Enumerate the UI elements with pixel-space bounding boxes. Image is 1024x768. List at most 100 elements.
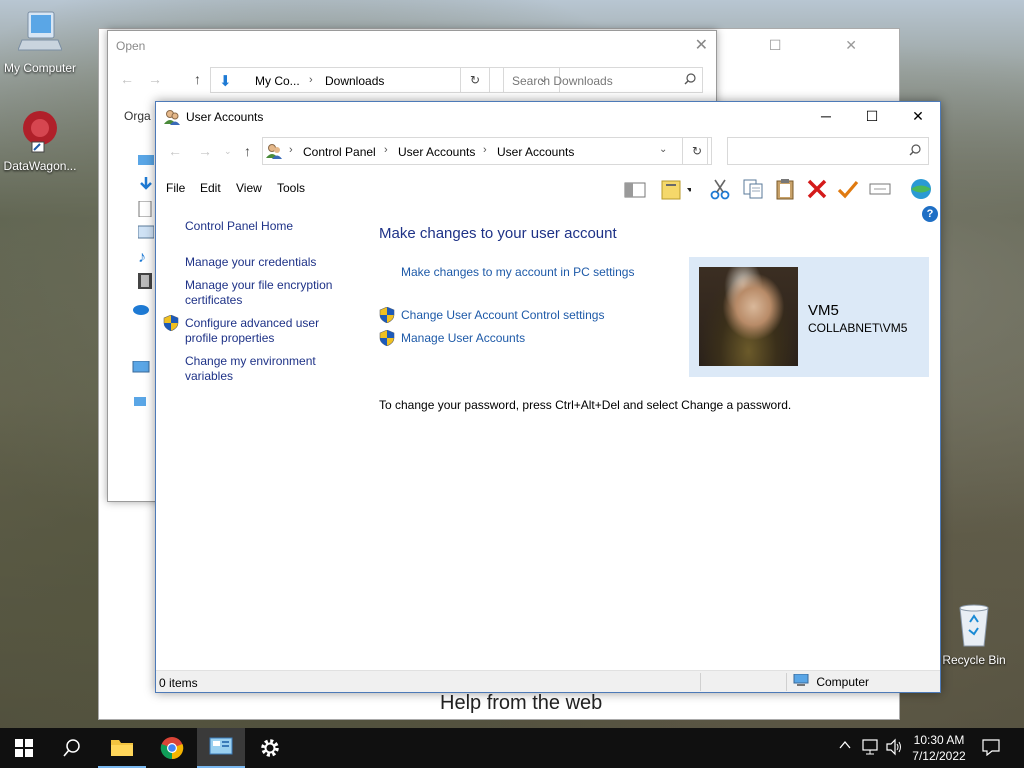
breadcrumb-control-panel[interactable]: Control Panel: [303, 145, 376, 159]
menu-tools[interactable]: Tools: [277, 181, 305, 195]
help-icon[interactable]: ?: [922, 206, 938, 222]
notification-icon[interactable]: [982, 738, 1000, 759]
manage-credentials-link[interactable]: Manage your credentials: [185, 255, 345, 270]
computer-icon: [0, 10, 80, 59]
file-encryption-link[interactable]: Manage your file encryption certificates: [185, 278, 345, 308]
close-icon[interactable]: ✕: [695, 31, 708, 61]
close-button[interactable]: ✕: [895, 102, 941, 132]
desktop-icon-label: Recycle Bin: [942, 653, 1006, 667]
rename-icon[interactable]: [869, 178, 891, 200]
chevron-up-icon[interactable]: [838, 739, 852, 754]
user-name: VM5: [808, 302, 839, 319]
search-icon: [909, 144, 921, 159]
cut-icon[interactable]: [709, 178, 731, 200]
uac-shield-icon: [379, 329, 395, 349]
maximize-button[interactable]: ☐: [849, 102, 895, 132]
forward-arrow-icon[interactable]: →: [148, 71, 162, 87]
control-panel-home-link[interactable]: Control Panel Home: [185, 219, 345, 234]
desktop-icon-recycle-bin[interactable]: Recycle Bin: [934, 602, 1014, 667]
pc-settings-link[interactable]: Make changes to my account in PC setting…: [401, 265, 634, 279]
document-icon[interactable]: [138, 200, 154, 218]
search-placeholder: Search Downloads: [512, 74, 613, 88]
taskbar-file-explorer[interactable]: [98, 728, 146, 768]
user-accounts-window: User Accounts ─ ☐ ✕ ← → ⌄ ↑ › Control Pa…: [155, 101, 941, 693]
paste-icon[interactable]: [774, 178, 796, 200]
copy-icon[interactable]: [742, 178, 764, 200]
desktop-icon-my-computer[interactable]: My Computer: [0, 10, 80, 75]
delete-icon[interactable]: [806, 178, 828, 200]
clock-time: 10:30 AM: [913, 733, 965, 747]
path-segment[interactable]: Downloads: [325, 74, 384, 88]
chevron-right-icon: ›: [384, 144, 388, 156]
control-panel-icon: [209, 737, 233, 755]
control-panel-icon: [266, 143, 282, 162]
taskbar-control-panel[interactable]: [197, 728, 245, 768]
this-pc-icon[interactable]: [132, 360, 150, 375]
video-icon[interactable]: [138, 273, 154, 289]
uac-settings-link[interactable]: Change User Account Control settings: [401, 308, 604, 322]
volume-icon[interactable]: [885, 738, 903, 759]
open-dialog-search[interactable]: Search Downloads: [503, 67, 703, 93]
clock[interactable]: 10:30 AM 7/12/2022: [906, 732, 972, 764]
layout-pane-icon[interactable]: [624, 178, 646, 200]
minimize-button[interactable]: ─: [803, 102, 849, 132]
desktop-icon-label: My Computer: [3, 61, 77, 75]
globe-icon[interactable]: [908, 178, 934, 200]
path-segment[interactable]: My Co...: [255, 74, 300, 88]
music-icon[interactable]: ♪: [138, 249, 154, 266]
clock-date: 7/12/2022: [912, 749, 966, 763]
desktop-icon-datawagon[interactable]: DataWagon...: [0, 108, 80, 173]
network-icon[interactable]: [862, 738, 880, 759]
background-window-controls[interactable]: ─ ☐ ✕: [695, 37, 887, 54]
recent-dropdown-icon[interactable]: ⌄: [224, 146, 232, 157]
refresh-icon[interactable]: ↻: [682, 137, 712, 165]
user-domain: COLLABNET\VM5: [808, 321, 908, 335]
datawagon-icon: [0, 108, 80, 157]
up-arrow-icon[interactable]: ↑: [244, 143, 251, 159]
address-bar[interactable]: › Control Panel › User Accounts › User A…: [262, 137, 708, 165]
environment-variables-link[interactable]: Change my environment variables: [185, 354, 345, 384]
search-input[interactable]: [727, 137, 929, 165]
menu-view[interactable]: View: [236, 181, 262, 195]
taskbar: 10:30 AM 7/12/2022: [0, 728, 1024, 768]
nav-pane-icon[interactable]: [138, 153, 154, 167]
menu-edit[interactable]: Edit: [200, 181, 221, 195]
taskbar-settings[interactable]: [246, 728, 294, 768]
chevron-down-icon[interactable]: ⌄: [659, 144, 667, 155]
chevron-right-icon: ›: [309, 74, 313, 86]
search-icon: [63, 739, 80, 757]
breadcrumb-user-accounts[interactable]: User Accounts: [398, 145, 475, 159]
breadcrumb-user-accounts-current[interactable]: User Accounts: [497, 145, 574, 159]
password-info-text: To change your password, press Ctrl+Alt+…: [379, 398, 792, 412]
status-bar: 0 items Computer: [156, 670, 940, 692]
uac-shield-icon: [163, 314, 179, 334]
forward-arrow-icon[interactable]: →: [198, 143, 212, 159]
item-count: 0 items: [159, 676, 198, 690]
search-icon: [684, 73, 696, 88]
up-arrow-icon[interactable]: ↑: [194, 71, 201, 87]
menu-file[interactable]: File: [166, 181, 185, 195]
picture-icon[interactable]: [137, 225, 155, 239]
manage-user-accounts-link[interactable]: Manage User Accounts: [401, 331, 525, 345]
onedrive-icon[interactable]: [132, 303, 149, 317]
back-arrow-icon[interactable]: ←: [168, 143, 182, 159]
titlebar: User Accounts ─ ☐ ✕: [156, 102, 940, 132]
refresh-icon[interactable]: ↻: [460, 67, 490, 93]
desktop-icon-label: DataWagon...: [3, 159, 77, 173]
search-button[interactable]: [48, 728, 96, 768]
address-bar-row: ← → ⌄ ↑ › Control Panel › User Accounts …: [156, 136, 940, 166]
network-icon[interactable]: [132, 395, 148, 409]
checkmark-icon[interactable]: [837, 178, 859, 200]
advanced-profile-link[interactable]: Configure advanced user profile properti…: [185, 316, 345, 346]
open-dialog-titlebar: Open ✕: [108, 31, 716, 61]
download-icon[interactable]: [138, 177, 154, 191]
page-title: Make changes to your user account: [379, 225, 617, 242]
start-button[interactable]: [0, 728, 48, 768]
back-arrow-icon[interactable]: ←: [120, 71, 134, 87]
avatar: [699, 267, 798, 366]
uac-shield-icon: [379, 306, 395, 326]
taskbar-chrome[interactable]: [148, 728, 196, 768]
organize-menu[interactable]: Orga: [124, 109, 151, 123]
properties-note-icon[interactable]: [661, 178, 693, 200]
status-location-label: Computer: [816, 675, 870, 689]
